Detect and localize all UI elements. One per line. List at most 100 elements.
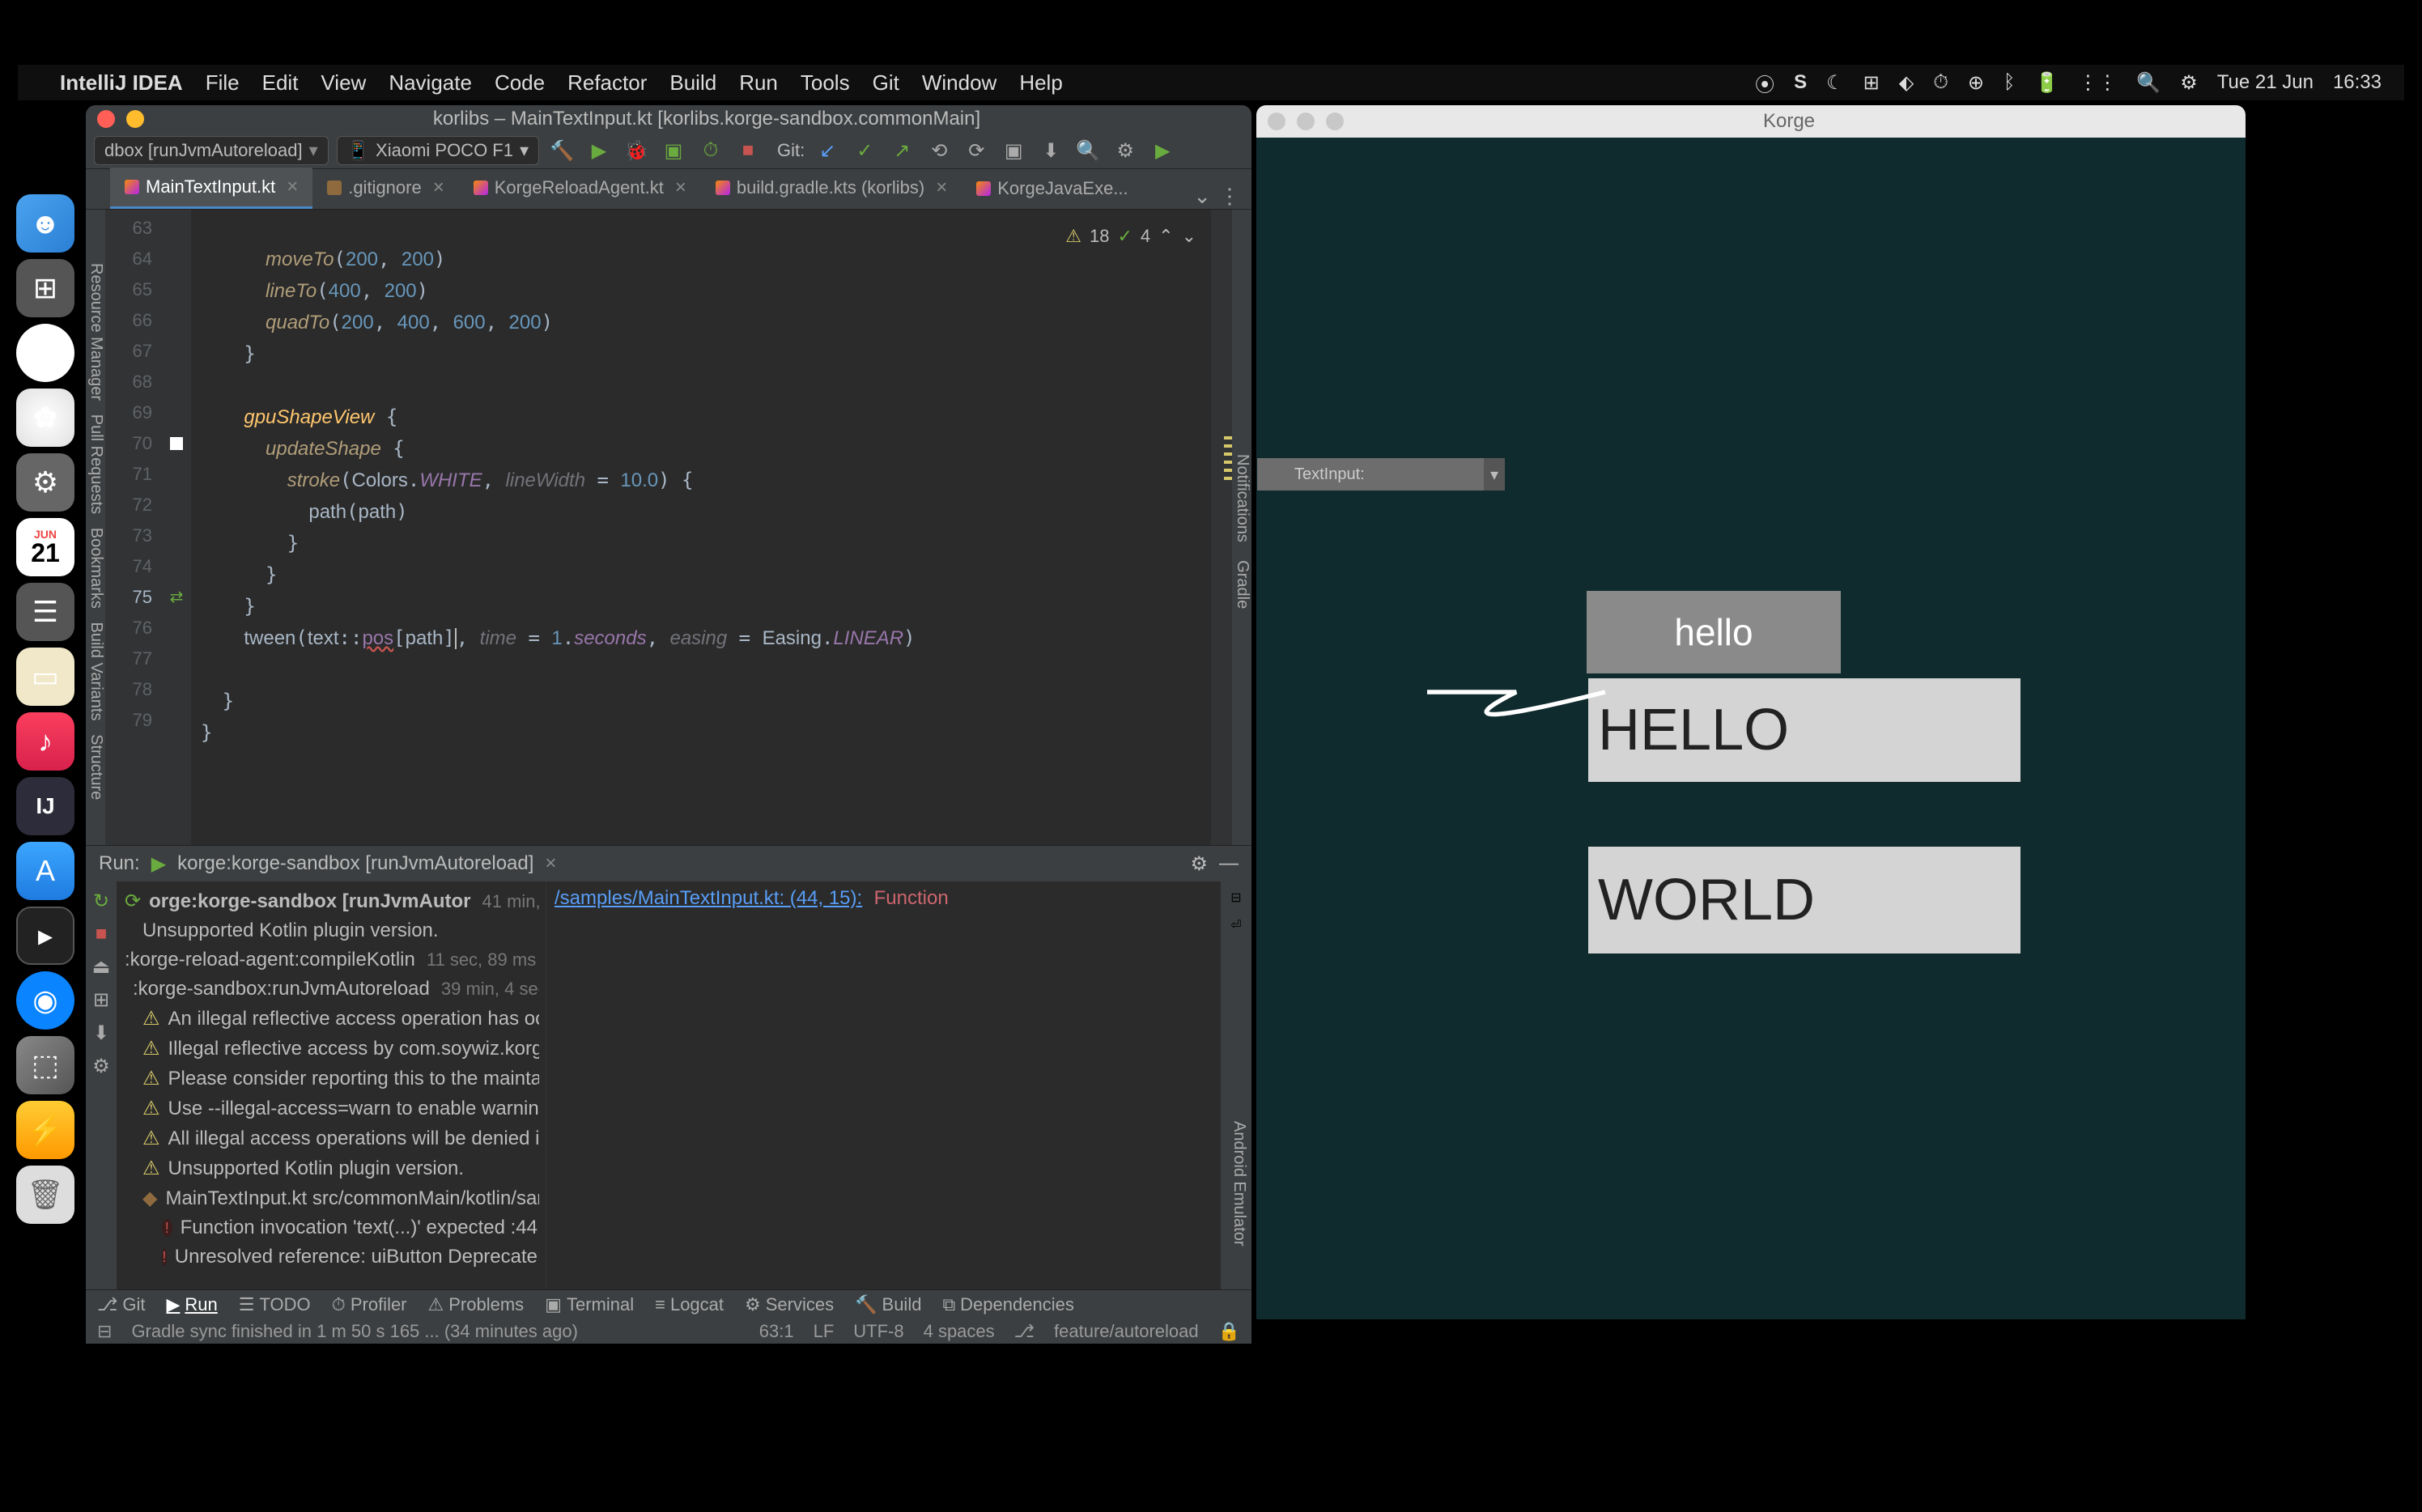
korge-debug-textinput[interactable]: TextInput: ▾ — [1257, 458, 1505, 491]
bottom-tab-todo[interactable]: ☰TODO — [239, 1294, 311, 1315]
bottom-tab-profiler[interactable]: ⏱Profiler — [332, 1294, 407, 1315]
menu-window[interactable]: Window — [922, 70, 996, 96]
dropdown-icon[interactable]: ▾ — [1484, 458, 1505, 491]
dock-trash-icon[interactable]: 🗑 — [16, 1166, 74, 1224]
debug-button[interactable]: 🐞 — [622, 136, 651, 165]
close-tab-icon[interactable]: × — [287, 176, 298, 198]
tab-gitignore[interactable]: .gitignore × — [312, 168, 459, 209]
stop-button[interactable]: ■ — [733, 136, 763, 165]
bottom-tab-terminal[interactable]: ▣Terminal — [545, 1294, 634, 1315]
bottom-tab-problems[interactable]: ⚠Problems — [428, 1294, 525, 1315]
status-branch[interactable]: feature/autoreload — [1054, 1321, 1199, 1342]
close-tab-icon[interactable]: × — [936, 176, 947, 199]
run-button[interactable]: ▶ — [584, 136, 614, 165]
menu-tools[interactable]: Tools — [801, 70, 850, 96]
close-tab-icon[interactable]: × — [433, 176, 444, 199]
globe-icon[interactable]: ⊕ — [1968, 71, 1984, 95]
dock-launchpad-icon[interactable]: ⊞ — [16, 259, 74, 317]
minimize-button[interactable] — [126, 110, 144, 128]
dock-notes-icon[interactable]: ▭ — [16, 648, 74, 706]
menu-view[interactable]: View — [321, 70, 366, 96]
bottom-tab-logcat[interactable]: ≡Logcat — [655, 1294, 724, 1315]
korge-ui-button-hello[interactable]: hello — [1587, 591, 1841, 673]
revert-button[interactable]: ⟳ — [962, 136, 991, 165]
menu-code[interactable]: Code — [495, 70, 545, 96]
git-update-button[interactable]: ↙ — [813, 136, 842, 165]
menu-edit[interactable]: Edit — [262, 70, 299, 96]
dock-photos-icon[interactable]: ✿ — [16, 389, 74, 447]
bottom-tab-run[interactable]: ▶Run — [166, 1294, 217, 1315]
spotlight-icon[interactable]: 🔍 — [2136, 71, 2161, 95]
layout-icon[interactable]: ⊟ — [1230, 890, 1241, 906]
menubar-app-name[interactable]: IntelliJ IDEA — [60, 70, 183, 96]
tab-buildgradle[interactable]: build.gradle.kts (korlibs) × — [701, 168, 962, 209]
status-lock-icon[interactable]: 🔒 — [1218, 1321, 1240, 1342]
expand-icon[interactable]: ⬇ — [93, 1021, 109, 1045]
tab-korgereloadagent[interactable]: KorgeReloadAgent.kt × — [459, 168, 701, 209]
stop-icon[interactable]: ■ — [96, 923, 108, 945]
bottom-tab-build[interactable]: 🔨Build — [855, 1294, 921, 1315]
record-icon[interactable]: ⦿ — [1755, 69, 1774, 97]
menubar-date[interactable]: Tue 21 Jun — [2217, 71, 2314, 94]
menu-build[interactable]: Build — [669, 70, 716, 96]
menu-refactor[interactable]: Refactor — [567, 70, 647, 96]
bluetooth-icon[interactable]: ᛒ — [2003, 71, 2015, 94]
menu-help[interactable]: Help — [1019, 70, 1062, 96]
device-selector[interactable]: 📱 Xiaomi POCO F1 ▾ — [337, 136, 539, 165]
dock-app2-icon[interactable]: ⬚ — [16, 1036, 74, 1094]
bottom-tab-git[interactable]: ⎇Git — [97, 1294, 145, 1315]
soft-wrap-icon[interactable]: ⏎ — [1230, 917, 1241, 933]
dock-terminal-icon[interactable]: ▸ — [16, 907, 74, 965]
options-icon[interactable]: ⚙ — [92, 1055, 110, 1078]
line-number-gutter[interactable]: 6364656667686970717273747576777879 — [105, 210, 162, 845]
maximize-button[interactable] — [1326, 113, 1344, 130]
dock-appstore-icon[interactable]: A — [16, 842, 74, 900]
run-task-tree[interactable]: ⟳orge:korge-sandbox [runJvmAutor41 min, … — [117, 881, 546, 1289]
editor-scrollbar-markers[interactable] — [1211, 210, 1232, 845]
right-tool-strip[interactable]: Notifications Gradle — [1232, 210, 1251, 845]
bottom-tab-services[interactable]: ⚙Services — [745, 1294, 834, 1315]
grid-icon[interactable]: ⊞ — [1863, 71, 1880, 95]
color-gutter-icon[interactable] — [170, 437, 183, 450]
korge-canvas[interactable]: TextInput: ▾ hello HELLO WORLD — [1256, 138, 2246, 1319]
minimize-button[interactable] — [1297, 113, 1315, 130]
close-tab-icon[interactable]: × — [675, 176, 686, 199]
menu-run[interactable]: Run — [739, 70, 778, 96]
code-editor[interactable]: moveTo(200, 200) lineTo(400, 200) quadTo… — [191, 210, 1211, 845]
status-gradle-icon[interactable]: ⊟ — [97, 1321, 112, 1342]
android-emulator-icon[interactable]: Android Emulator — [1230, 1121, 1248, 1247]
dock-calendar-icon[interactable]: JUN 21 — [16, 518, 74, 576]
wifi-icon[interactable]: ⋮⋮ — [2078, 71, 2117, 95]
close-icon[interactable]: × — [545, 852, 556, 875]
dock-reminders-icon[interactable]: ☰ — [16, 583, 74, 641]
dock-finder-icon[interactable]: ☻ — [16, 194, 74, 253]
status-line-sep[interactable]: LF — [814, 1321, 835, 1342]
dock-chrome-icon[interactable]: ◉ — [16, 324, 74, 382]
status-line-col[interactable]: 63:1 — [759, 1321, 794, 1342]
git-branch-icon[interactable]: ⎇ — [1014, 1321, 1035, 1342]
dock-music-icon[interactable]: ♪ — [16, 712, 74, 771]
dock-app1-icon[interactable]: ◉ — [16, 971, 74, 1030]
korge-text-hello[interactable]: HELLO — [1588, 678, 2020, 782]
status-encoding[interactable]: UTF-8 — [853, 1321, 903, 1342]
clock-icon[interactable]: ⏱ — [1933, 71, 1948, 94]
view-icon[interactable]: ⊞ — [93, 988, 109, 1012]
panel-hide-icon[interactable]: — — [1219, 852, 1239, 875]
menu-navigate[interactable]: Navigate — [389, 70, 472, 96]
dock-settings-icon[interactable]: ⚙ — [16, 453, 74, 512]
close-button[interactable] — [1268, 113, 1285, 130]
more-tabs-icon[interactable]: ⌄ — [1193, 184, 1211, 209]
profile-button[interactable]: ⏱ — [696, 136, 725, 165]
maximize-button[interactable] — [155, 110, 173, 128]
console-link[interactable]: /samples/MainTextInput.kt: (44, 15): — [555, 887, 862, 909]
close-button[interactable] — [97, 110, 115, 128]
avd-button[interactable]: ▣ — [999, 136, 1028, 165]
coverage-button[interactable]: ▣ — [659, 136, 688, 165]
moon-icon[interactable]: ☾ — [1826, 71, 1844, 95]
history-button[interactable]: ⟲ — [924, 136, 954, 165]
chevron-up-icon[interactable]: ⌃ — [1158, 221, 1173, 252]
tab-maintextinput[interactable]: MainTextInput.kt × — [110, 168, 312, 209]
git-commit-button[interactable]: ✓ — [850, 136, 879, 165]
rerun-icon[interactable]: ↻ — [93, 890, 109, 913]
s-icon[interactable]: S — [1794, 71, 1807, 94]
